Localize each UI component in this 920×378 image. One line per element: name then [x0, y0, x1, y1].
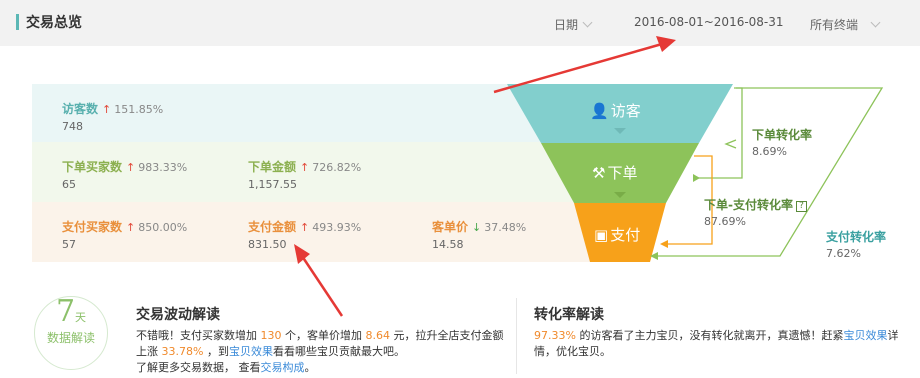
badge-caption: 数据解读 — [46, 331, 95, 345]
item-effect-link[interactable]: 宝贝效果 — [229, 345, 273, 358]
seven-day-badge[interactable]: 7天 数据解读 — [34, 296, 108, 370]
text-segment: 了解更多交易数据， 查看 — [136, 361, 261, 374]
fluctuation-title: 交易波动解读 — [136, 307, 220, 323]
text-segment: 元，拉升全店支付金额 — [390, 329, 504, 342]
annotation-arrowhead-pay — [294, 244, 310, 264]
text-segment: ，到 — [203, 345, 229, 358]
text-segment: 。 — [304, 361, 316, 374]
conversion-read-text: 97.33% 的访客看了主力宝贝，没有转化就离开，真遗憾！赶紧宝贝效果详 情，优… — [534, 328, 914, 360]
trade-composition-link[interactable]: 交易构成 — [261, 361, 305, 374]
annotation-arrow-pay — [300, 255, 344, 317]
conversion-read-title: 转化率解读 — [534, 307, 604, 323]
text-segment: 看看哪些宝贝贡献最大吧。 — [272, 345, 405, 358]
badge-number: 7 — [55, 294, 76, 329]
text-segment: 不错哦！支付买家数增加 — [136, 329, 261, 342]
text-segment: 个，客单价增加 — [281, 329, 366, 342]
buyers-increase: 130 — [260, 329, 282, 342]
section-divider — [516, 298, 517, 374]
fluctuation-text: 不错哦！支付买家数增加 130 个，客单价增加 8.64 元，拉升全店支付金额 … — [136, 328, 516, 376]
annotation-arrowhead-date — [656, 36, 676, 52]
badge-unit: 天 — [75, 311, 87, 324]
text-segment: 详 — [887, 329, 899, 342]
text-segment: 情，优化宝贝。 — [534, 345, 611, 358]
text-segment: 上涨 — [136, 345, 162, 358]
annotation-arrow-date — [493, 42, 663, 94]
item-effect-link[interactable]: 宝贝效果 — [843, 329, 887, 342]
amount-increase: 33.78% — [161, 345, 204, 358]
bounce-rate: 97.33% — [534, 329, 576, 342]
price-increase: 8.64 — [365, 329, 391, 342]
text-segment: 的访客看了主力宝贝，没有转化就离开，真遗憾！赶紧 — [575, 329, 844, 342]
